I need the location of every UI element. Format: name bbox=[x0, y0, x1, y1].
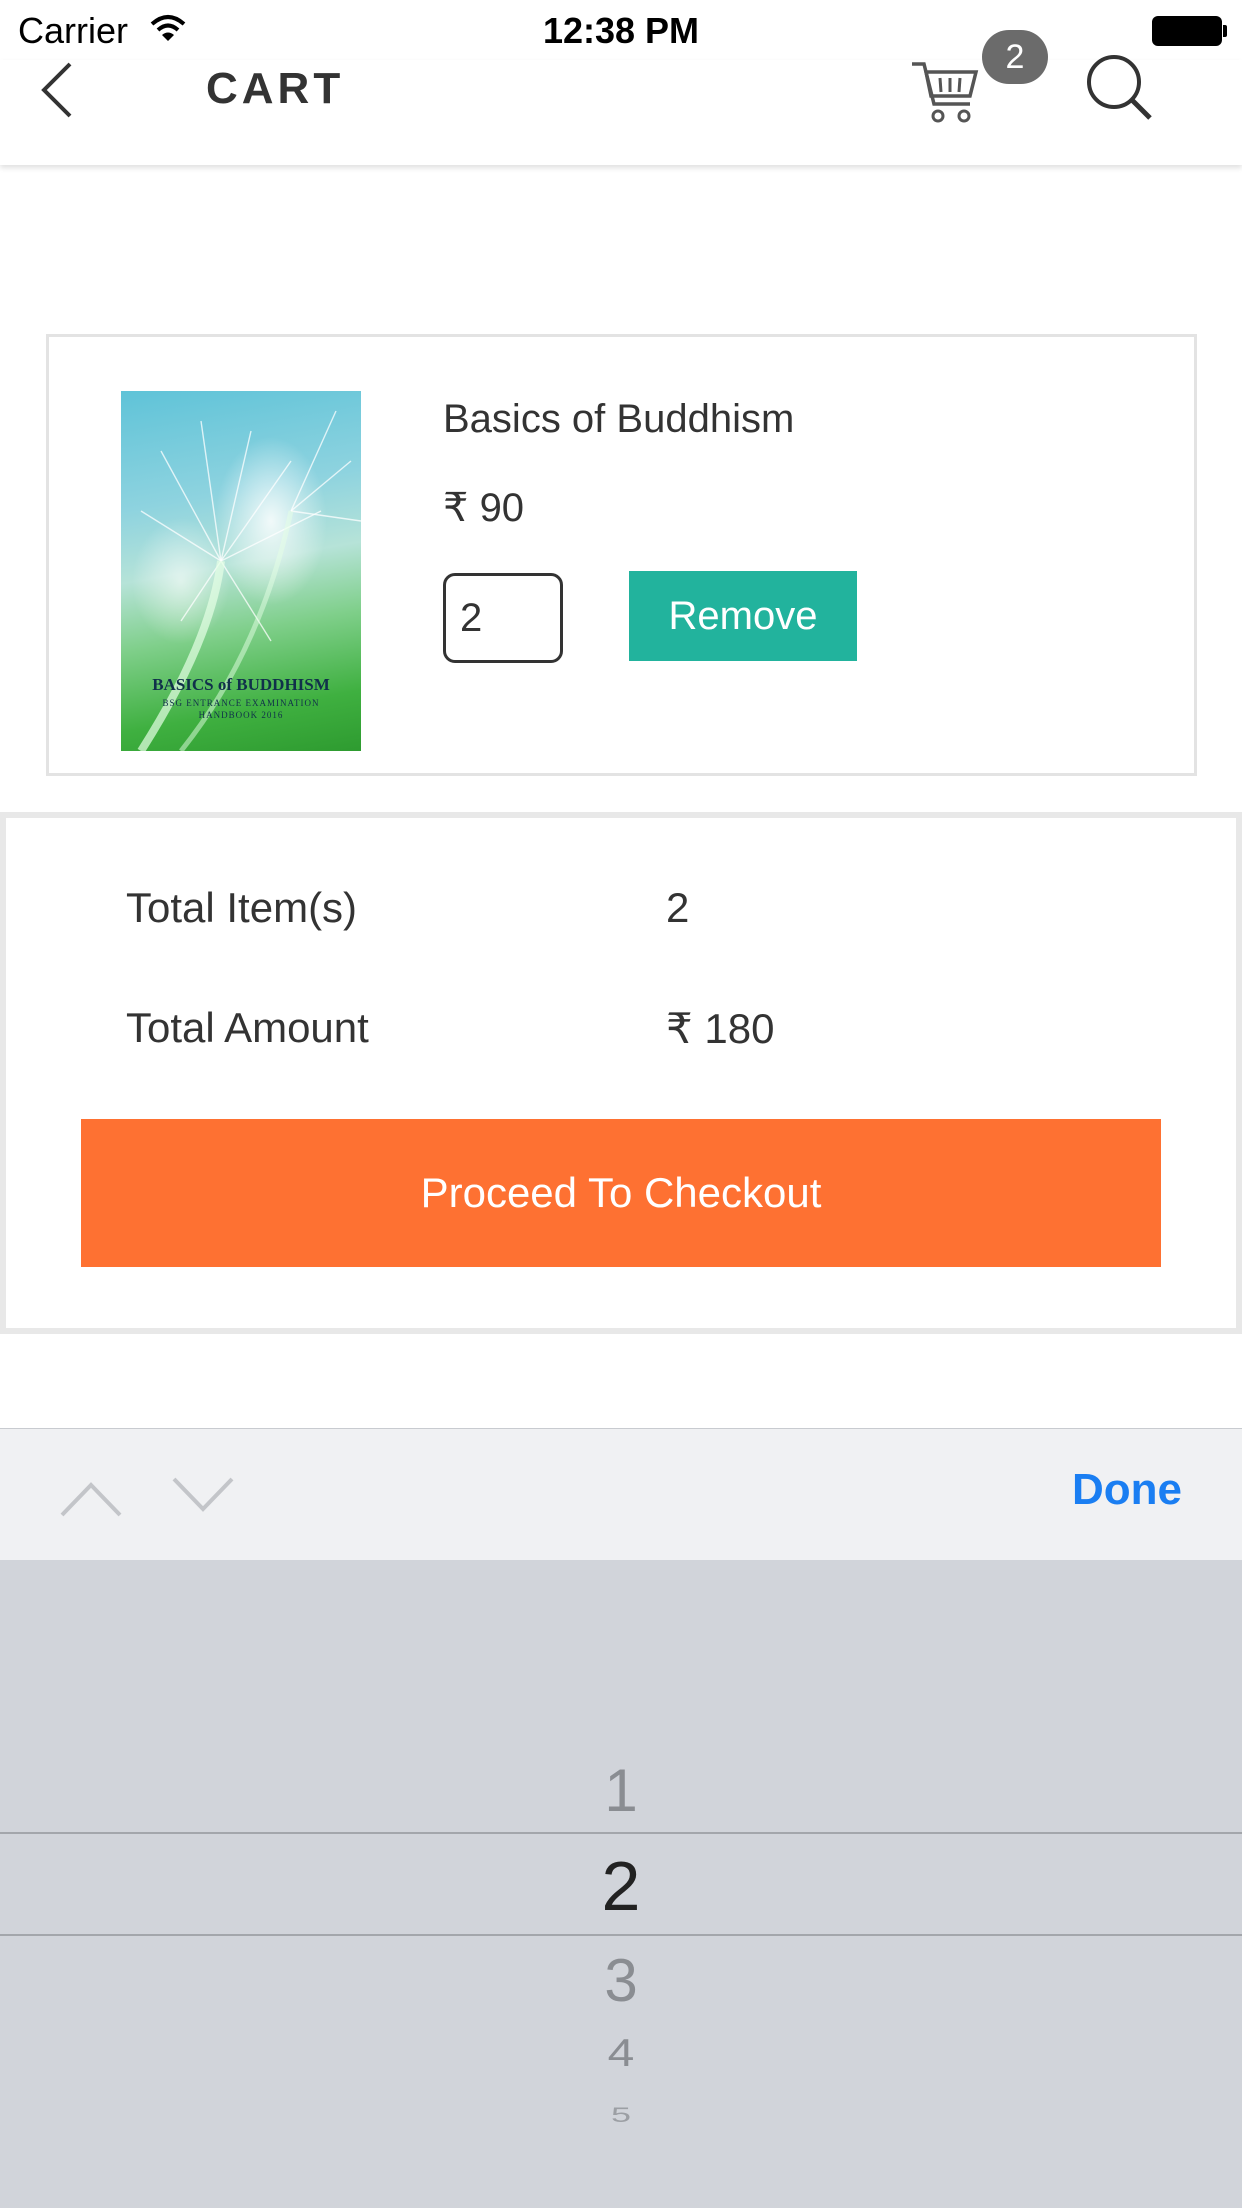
done-button[interactable]: Done bbox=[1072, 1465, 1182, 1515]
picker-option[interactable]: 4 bbox=[0, 2031, 1242, 2076]
quantity-picker[interactable]: 1 2 3 4 5 bbox=[0, 1560, 1242, 2208]
total-amount-label: Total Amount bbox=[126, 1004, 369, 1051]
book-cover-image[interactable]: BASICS of BUDDHISM BSG ENTRANCE EXAMINAT… bbox=[121, 391, 361, 751]
page-title: CART bbox=[206, 64, 345, 113]
picker-option-selected[interactable]: 2 bbox=[0, 1846, 1242, 1926]
search-icon[interactable] bbox=[1084, 52, 1154, 122]
picker-option[interactable]: 1 bbox=[0, 1756, 1242, 1825]
battery-icon bbox=[1152, 16, 1222, 46]
battery-nub bbox=[1223, 25, 1227, 37]
remove-button[interactable]: Remove bbox=[629, 571, 857, 661]
book-cover-subtitle: BSG ENTRANCE EXAMINATION HANDBOOK 2016 bbox=[162, 698, 320, 720]
book-cover-title: BASICS of BUDDHISM bbox=[152, 675, 330, 694]
nav-bar: CART 2 bbox=[0, 30, 1242, 165]
picker-option[interactable]: 3 bbox=[0, 1946, 1242, 2015]
proceed-to-checkout-button[interactable]: Proceed To Checkout bbox=[81, 1119, 1161, 1267]
picker-toolbar: Done bbox=[0, 1428, 1242, 1560]
clock: 12:38 PM bbox=[542, 10, 700, 51]
product-price: ₹ 90 bbox=[443, 486, 525, 530]
total-items-value: 2 bbox=[666, 884, 690, 931]
cart-icon[interactable] bbox=[910, 52, 980, 128]
picker-option[interactable]: 5 bbox=[0, 2102, 1242, 2127]
order-summary: Total Item(s) 2 Total Amount ₹ 180 Proce… bbox=[0, 812, 1242, 1334]
product-name: Basics of Buddhism bbox=[443, 397, 795, 441]
quantity-field[interactable]: 2 bbox=[443, 573, 563, 663]
cart-item-card: BASICS of BUDDHISM BSG ENTRANCE EXAMINAT… bbox=[46, 334, 1197, 776]
status-bar: Carrier 12:38 PM bbox=[0, 0, 1242, 60]
cart-count-badge[interactable]: 2 bbox=[982, 30, 1048, 84]
chevron-down-icon[interactable] bbox=[170, 1471, 236, 1521]
total-items-label: Total Item(s) bbox=[126, 884, 358, 931]
chevron-up-icon[interactable] bbox=[58, 1471, 124, 1521]
total-amount-value: ₹ 180 bbox=[666, 1005, 775, 1052]
back-icon[interactable] bbox=[38, 60, 78, 120]
